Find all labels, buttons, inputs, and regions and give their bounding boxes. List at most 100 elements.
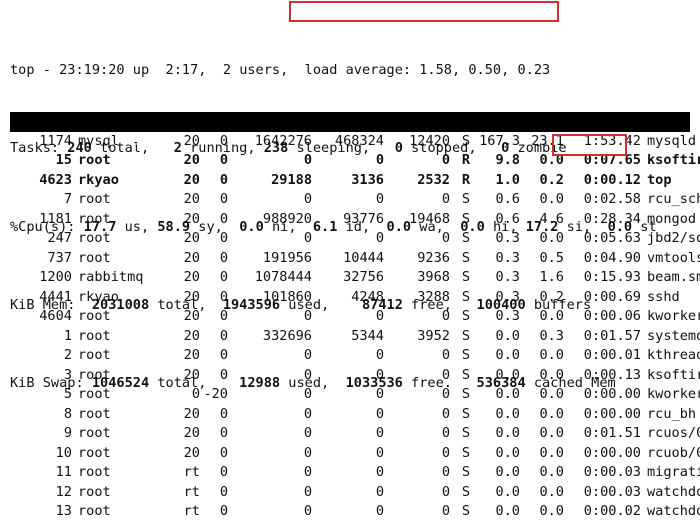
cell-pid: 10 xyxy=(55,444,72,461)
table-header-row[interactable]: PIDUSERPRNIVIRTRESSHRS%CPU%MEMTIME+COMMA… xyxy=(10,112,700,149)
cell-state: S xyxy=(461,210,470,227)
cell-user: root xyxy=(78,191,111,207)
cell-time: 0:05.63 xyxy=(583,230,641,246)
table-row[interactable]: 9 root 20 0 0 0 0 S 0.0 0.0 0:01.51 rcuos/0 xyxy=(10,424,700,444)
table-row[interactable]: 13rootrt0000S0.00.00:00.02watchdog/1 xyxy=(10,502,700,522)
cell-virt: 0 xyxy=(303,308,312,324)
cell-res: 0 xyxy=(375,425,384,441)
cell-res: 4248 xyxy=(351,288,384,305)
table-row[interactable]: 247root200000S0.30.00:05.63jbd2/sda1-8 xyxy=(10,229,700,249)
cell-cpu: 0.3 xyxy=(495,249,520,266)
cell-virt: 988920 xyxy=(262,210,312,227)
cell-pr: 20 xyxy=(183,444,200,461)
cell-command: rcu_sched xyxy=(647,191,700,207)
cell-cpu: 1.0 xyxy=(495,171,520,188)
cell-res: 10444 xyxy=(343,249,384,266)
cell-virt: 0 xyxy=(303,366,312,383)
table-row[interactable]: 1174 mysql 20 0 1642276 468324 12420 S 167.3 23.1… xyxy=(10,132,696,152)
table-row[interactable]: 5root0-20000S0.00.00:00.00kworker/0:0H xyxy=(10,385,700,405)
cell-mem: 0.0 xyxy=(539,230,564,246)
cell-virt: 0 xyxy=(303,464,312,480)
cell-res: 0 xyxy=(375,503,384,519)
cell-mem: 0.0 xyxy=(539,366,564,383)
table-row[interactable]: 3root200000S0.00.00:00.13ksoftirqd/0 xyxy=(10,366,700,386)
cell-time: 0:00.03 xyxy=(583,483,641,500)
cell-state: S xyxy=(461,308,470,324)
cell-pid: 5 xyxy=(63,386,72,402)
cell-command: sshd xyxy=(647,288,680,305)
cell-cpu: 0.0 xyxy=(495,386,520,402)
cell-pr: rt xyxy=(183,464,200,480)
cell-state: S xyxy=(461,503,470,519)
cell-command: ksoftirqd/1 xyxy=(647,152,700,168)
cell-user: rkyao xyxy=(78,171,119,188)
table-row[interactable]: 2root200000S0.00.00:00.01kthreadd xyxy=(10,346,700,366)
cell-user: rabbitmq xyxy=(78,269,144,285)
cell-pr: 20 xyxy=(183,425,200,441)
cell-pid: 1 xyxy=(63,327,72,344)
cell-time: 0:00.00 xyxy=(583,444,641,461)
cell-res: 0 xyxy=(375,308,384,324)
table-row[interactable]: 15root200000R9.80.00:07.65ksoftirqd/1 xyxy=(10,151,700,171)
cell-state: R xyxy=(461,171,470,188)
cell-mem: 0.0 xyxy=(539,386,564,402)
cell-user: root xyxy=(78,230,111,246)
cell-cpu: 0.0 xyxy=(495,483,520,500)
cell-shr: 0 xyxy=(441,464,450,480)
cell-ni: 0 xyxy=(219,405,228,422)
cell-shr: 0 xyxy=(441,308,450,324)
table-row[interactable]: 10 root 20 0 0 0 0 S 0.0 0.0 0:00.00 rcuob/0 xyxy=(10,444,700,464)
cell-shr: 0 xyxy=(441,483,450,500)
cell-time: 0:00.03 xyxy=(583,464,641,480)
cell-user: mysql xyxy=(78,132,119,149)
cell-pr: 0 xyxy=(191,386,200,402)
table-row[interactable]: 8 root 20 0 0 0 0 S 0.0 0.0 0:00.00 rcu_bh xyxy=(10,405,696,425)
table-row[interactable]: 4604root200000S0.30.00:00.06kworker/u256… xyxy=(10,307,700,327)
cell-time: 0:00.02 xyxy=(583,503,641,519)
cell-cpu: 0.3 xyxy=(495,288,520,305)
cell-res: 5344 xyxy=(351,327,384,344)
cell-mem: 0.0 xyxy=(539,308,564,324)
cell-pr: 20 xyxy=(183,230,200,246)
cell-ni: 0 xyxy=(219,347,228,363)
cell-virt: 332696 xyxy=(262,327,312,344)
table-row[interactable]: 11rootrt0000S0.00.00:00.03migration/0 xyxy=(10,463,700,483)
cell-mem: 0.2 xyxy=(539,171,564,188)
process-table-body: 1174 mysql 20 0 1642276 468324 12420 S 167.3 23.1… xyxy=(10,132,700,522)
cell-user: root xyxy=(78,405,111,422)
cell-command: systemd xyxy=(647,327,700,344)
table-row[interactable]: 7root200000S0.60.00:02.58rcu_sched xyxy=(10,190,700,210)
cell-cpu: 0.0 xyxy=(495,327,520,344)
cell-pid: 12 xyxy=(55,483,72,500)
cell-pid: 4441 xyxy=(39,288,72,305)
cell-res: 0 xyxy=(375,444,384,461)
cell-state: S xyxy=(461,269,470,285)
cell-state: S xyxy=(461,444,470,461)
cell-mem: 4.6 xyxy=(539,210,564,227)
cell-ni: 0 xyxy=(219,483,228,500)
cell-shr: 3952 xyxy=(417,327,450,344)
table-row[interactable]: 1200 rabbitmq 20 0 1078444 32756 3968 S 0.3 1.6 0:… xyxy=(10,268,700,288)
cell-pid: 1200 xyxy=(39,269,72,285)
table-row[interactable]: 12rootrt0000S0.00.00:00.03watchdog/0 xyxy=(10,483,700,503)
cell-mem: 23.1 xyxy=(531,132,564,149)
table-row[interactable]: 4441 rkyao 20 0 101860 4248 3288 S 0.3 0.2 0:00.69… xyxy=(10,288,690,308)
cell-pr: 20 xyxy=(183,132,200,149)
cell-command: mysqld xyxy=(647,132,697,149)
table-row[interactable]: 1 root 20 0 332696 5344 3952 S 0.0 0.3 0:01.57 syst… xyxy=(10,327,700,347)
cell-command: kworker/0:0H xyxy=(647,386,700,402)
cell-time: 0:00.01 xyxy=(583,347,641,363)
cell-cpu: 167.3 xyxy=(479,132,520,149)
cell-ni: 0 xyxy=(219,171,228,188)
table-row[interactable]: 4623 rkyao 20 0 29188 3136 2532 R 1.0 0.2 0:00.12 t… xyxy=(10,171,690,191)
cell-res: 468324 xyxy=(334,132,384,149)
cell-mem: 0.0 xyxy=(539,464,564,480)
cell-time: 0:00.13 xyxy=(583,366,641,383)
table-row[interactable]: 737 root 20 0 191956 10444 9236 S 0.3 0.5 0:04.90 v… xyxy=(10,249,700,269)
cell-virt: 0 xyxy=(303,152,312,168)
table-row[interactable]: 1181 root 20 0 988920 93776 19468 S 0.6 4.6 0:28.3… xyxy=(10,210,696,230)
cell-shr: 3968 xyxy=(417,269,450,285)
cell-pr: 20 xyxy=(183,171,200,188)
cell-mem: 0.0 xyxy=(539,347,564,363)
cell-user: root xyxy=(78,386,111,402)
